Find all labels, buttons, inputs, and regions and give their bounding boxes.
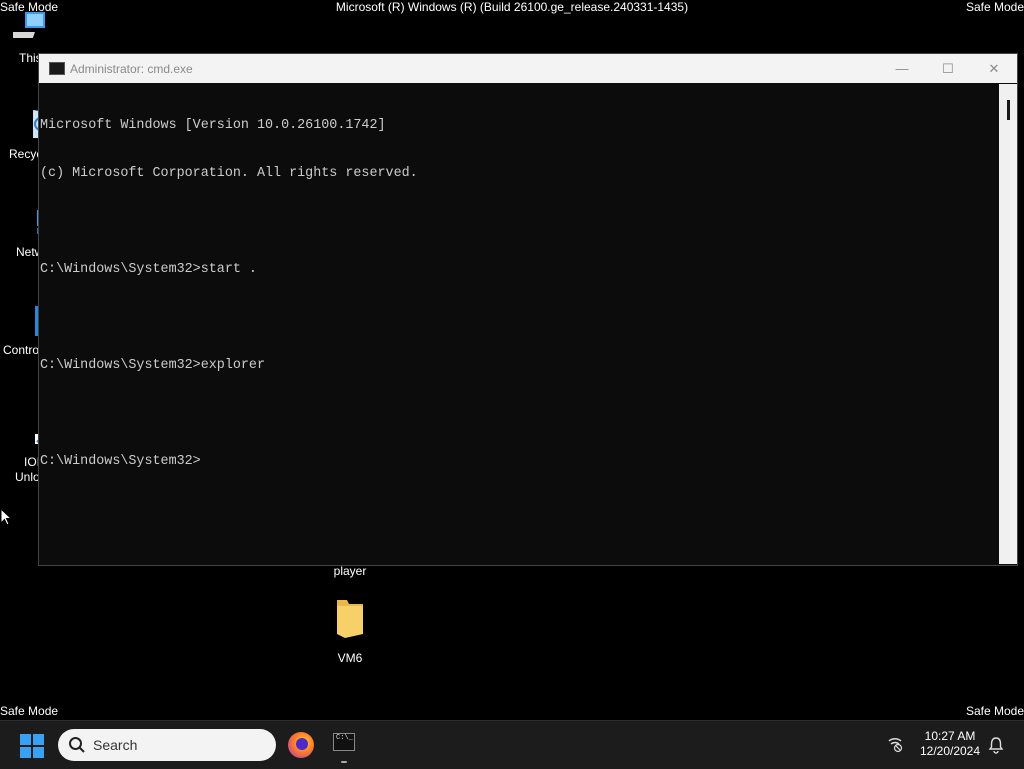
folder-icon <box>337 600 363 638</box>
windows-logo-icon <box>20 747 31 758</box>
windows-logo-icon <box>33 747 44 758</box>
safe-mode-label-top-right: Safe Mode <box>965 0 1024 14</box>
cmd-window[interactable]: Administrator: cmd.exe — ☐ ✕ Microsoft W… <box>38 53 1018 566</box>
safe-mode-label-bottom-right: Safe Mode <box>965 704 1024 718</box>
cmd-app-icon <box>49 62 65 75</box>
desktop-icon-label: player <box>333 564 367 578</box>
safe-mode-label-bottom-left: Safe Mode <box>0 704 59 718</box>
scrollbar-thumb[interactable] <box>1007 100 1010 120</box>
taskbar-clock[interactable]: 10:27 AM 12/20/2024 <box>918 729 982 759</box>
vertical-scrollbar[interactable] <box>999 84 1017 564</box>
close-button[interactable]: ✕ <box>971 54 1017 83</box>
mouse-cursor-icon <box>0 508 12 526</box>
console-line: (c) Microsoft Corporation. All rights re… <box>40 166 418 181</box>
firefox-icon[interactable] <box>288 732 314 758</box>
start-button[interactable] <box>20 734 44 758</box>
cmd-taskbar-icon[interactable]: C:\_ <box>333 733 355 751</box>
clock-date: 12/20/2024 <box>919 744 981 758</box>
windows-logo-icon <box>33 734 44 745</box>
window-title: Administrator: cmd.exe <box>70 62 193 76</box>
console-line: Microsoft Windows [Version 10.0.26100.17… <box>40 118 386 133</box>
desktop-icon-player[interactable]: player <box>312 564 388 579</box>
console-line: C:\Windows\System32>start . <box>40 262 257 277</box>
running-indicator <box>341 761 347 763</box>
clock-time: 10:27 AM <box>924 729 976 743</box>
windows-logo-icon <box>20 734 31 745</box>
search-placeholder: Search <box>93 737 138 753</box>
search-icon <box>69 737 85 753</box>
network-disconnected-icon[interactable] <box>886 735 904 753</box>
console-output[interactable]: Microsoft Windows [Version 10.0.26100.17… <box>39 84 999 564</box>
desktop-icon-vm6[interactable]: VM6 <box>312 596 388 666</box>
notification-bell-icon[interactable] <box>988 736 1004 754</box>
desktop-icon-label: VM6 <box>337 651 363 665</box>
taskbar: Search C:\_ 10:27 AM 12/20/2024 <box>0 720 1024 769</box>
console-prompt[interactable]: C:\Windows\System32> <box>40 454 999 470</box>
console-line: C:\Windows\System32>explorer <box>40 358 265 373</box>
windows-build-label: Microsoft (R) Windows (R) (Build 26100.g… <box>335 0 689 14</box>
pc-icon <box>10 12 45 38</box>
window-titlebar[interactable]: Administrator: cmd.exe — ☐ ✕ <box>39 54 1017 83</box>
maximize-button[interactable]: ☐ <box>925 54 971 83</box>
minimize-button[interactable]: — <box>879 54 925 83</box>
search-box[interactable]: Search <box>58 729 276 761</box>
